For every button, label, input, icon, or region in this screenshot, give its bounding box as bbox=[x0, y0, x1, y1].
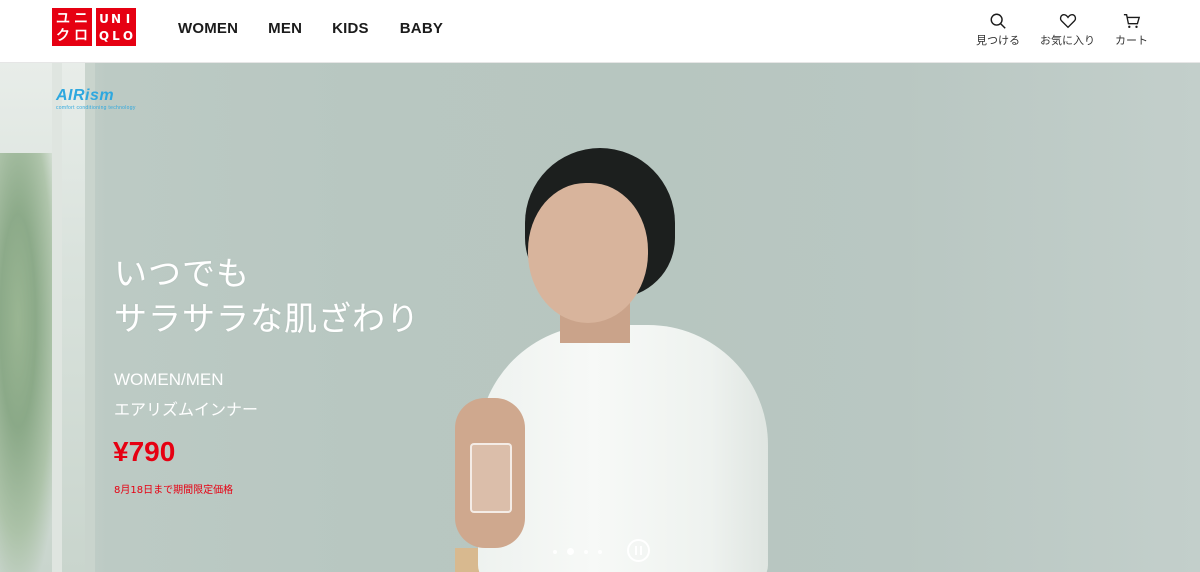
carousel-dot[interactable] bbox=[553, 549, 557, 554]
pause-icon-bar bbox=[635, 546, 637, 555]
model-face bbox=[528, 183, 648, 323]
main-nav: WOMEN MEN KIDS BABY bbox=[178, 20, 443, 37]
carousel-dots bbox=[553, 548, 602, 555]
carousel-dot-active[interactable] bbox=[567, 548, 574, 555]
cart-button[interactable]: カート bbox=[1115, 12, 1148, 48]
window-frame bbox=[85, 63, 95, 572]
nav-men[interactable]: MEN bbox=[268, 20, 302, 37]
hero-headline: いつでも サラサラな肌ざわり bbox=[114, 251, 420, 341]
hero-banner[interactable]: AIRism comfort conditioning technology い… bbox=[0, 63, 1200, 572]
site-header: ユ ニ ク ロ U N I Q L O WOMEN MEN KIDS BABY … bbox=[0, 0, 1200, 63]
logo-char: U bbox=[99, 11, 109, 26]
product-price: ¥790 bbox=[113, 436, 176, 467]
nav-baby[interactable]: BABY bbox=[400, 20, 443, 37]
water-glass bbox=[470, 443, 512, 513]
favorites-button[interactable]: お気に入り bbox=[1040, 12, 1095, 48]
logo-char: ユ bbox=[56, 10, 70, 27]
pause-icon-bar bbox=[640, 546, 642, 555]
carousel-dot[interactable] bbox=[598, 549, 602, 554]
window-backdrop bbox=[0, 63, 95, 572]
headline-line-2: サラサラな肌ざわり bbox=[114, 299, 420, 338]
favorites-label: お気に入り bbox=[1040, 34, 1095, 47]
search-icon bbox=[990, 13, 1006, 29]
carousel-dot[interactable] bbox=[584, 549, 588, 554]
uniqlo-logo[interactable]: ユ ニ ク ロ U N I Q L O bbox=[52, 8, 136, 46]
headline-line-1: いつでも bbox=[114, 254, 250, 293]
product-name: エアリズムインナー bbox=[114, 400, 259, 419]
logo-katakana-box: ユ ニ ク ロ bbox=[52, 8, 92, 46]
logo-char: N bbox=[110, 11, 122, 26]
nav-kids[interactable]: KIDS bbox=[332, 20, 369, 37]
heart-icon bbox=[1059, 14, 1076, 29]
logo-char: Q bbox=[98, 28, 110, 43]
search-button[interactable]: 見つける bbox=[976, 12, 1020, 48]
logo-char: I bbox=[125, 11, 131, 26]
price-note: 8月18日まで期間限定価格 bbox=[114, 485, 234, 496]
cart-label: カート bbox=[1115, 34, 1148, 47]
logo-char: O bbox=[122, 28, 134, 43]
logo-char: ク bbox=[56, 27, 70, 44]
nav-women[interactable]: WOMEN bbox=[178, 20, 238, 37]
logo-char: L bbox=[112, 28, 120, 43]
window-frame bbox=[52, 63, 62, 572]
logo-char: ニ bbox=[74, 10, 88, 27]
tree-foliage bbox=[0, 153, 60, 572]
carousel-pause-button[interactable] bbox=[627, 539, 650, 562]
logo-char: ロ bbox=[74, 27, 88, 44]
product-category: WOMEN/MEN bbox=[114, 370, 224, 389]
airism-logo: AIRism bbox=[56, 87, 115, 104]
cart-icon bbox=[1123, 14, 1140, 29]
search-label: 見つける bbox=[976, 34, 1020, 47]
airism-tagline: comfort conditioning technology bbox=[56, 105, 136, 111]
logo-latin-box: U N I Q L O bbox=[96, 8, 136, 46]
